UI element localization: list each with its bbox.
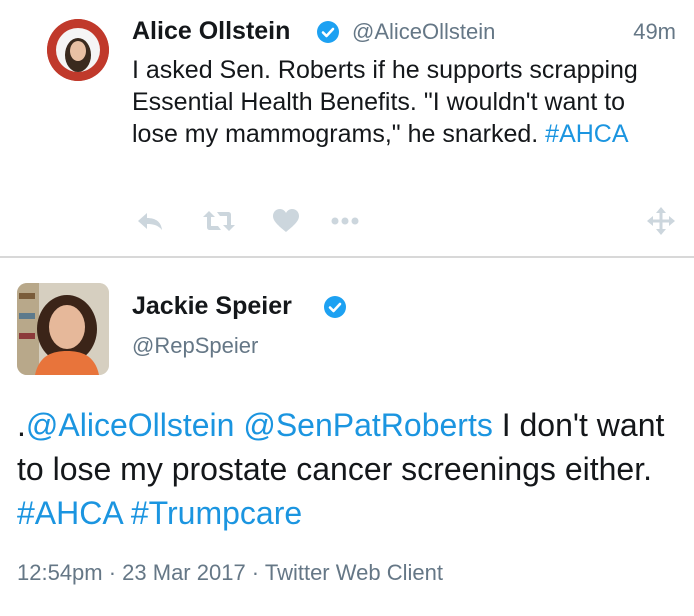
verified-badge-icon: [317, 21, 339, 43]
move-button[interactable]: [646, 205, 676, 237]
tweet-divider: [0, 256, 694, 258]
tweet-text-segment: [122, 495, 131, 531]
author-handle[interactable]: @AliceOllstein: [352, 19, 495, 45]
reply-button[interactable]: [136, 205, 164, 237]
verified-badge-icon: [324, 296, 346, 318]
hashtag-link[interactable]: #AHCA: [17, 495, 122, 531]
author-handle[interactable]: @RepSpeier: [132, 333, 258, 359]
tweet-text-segment: .: [17, 407, 26, 443]
mention-link[interactable]: @SenPatRoberts: [243, 407, 493, 443]
avatar-jackie[interactable]: [17, 283, 109, 375]
like-button[interactable]: [272, 205, 300, 237]
more-icon: [331, 217, 359, 225]
like-icon: [273, 209, 299, 232]
reply-icon: [138, 213, 162, 230]
avatar-alice-image: [47, 19, 109, 81]
tweet-text: .@AliceOllstein @SenPatRoberts I don't w…: [17, 403, 682, 535]
hashtag-link[interactable]: #Trumpcare: [131, 495, 302, 531]
tweet-actions: [132, 205, 678, 237]
tweet-text: I asked Sen. Roberts if he supports scra…: [132, 54, 672, 150]
retweet-button[interactable]: [202, 205, 236, 237]
hashtag-link[interactable]: #AHCA: [545, 120, 628, 148]
tweet-alice: Alice Ollstein @AliceOllstein 49m I aske…: [0, 0, 694, 254]
tweet-time[interactable]: 49m: [633, 19, 676, 45]
tweet-text-segment: [234, 407, 243, 443]
author-name[interactable]: Jackie Speier: [132, 292, 292, 321]
tweet-timestamp[interactable]: 12:54pm · 23 Mar 2017 · Twitter Web Clie…: [17, 560, 443, 586]
move-icon: [647, 207, 675, 235]
avatar-alice[interactable]: [47, 19, 109, 81]
more-button[interactable]: [330, 205, 360, 237]
mention-link[interactable]: @AliceOllstein: [26, 407, 235, 443]
avatar-jackie-image: [17, 283, 109, 375]
retweet-icon: [203, 211, 235, 231]
author-name[interactable]: Alice Ollstein: [132, 17, 290, 46]
